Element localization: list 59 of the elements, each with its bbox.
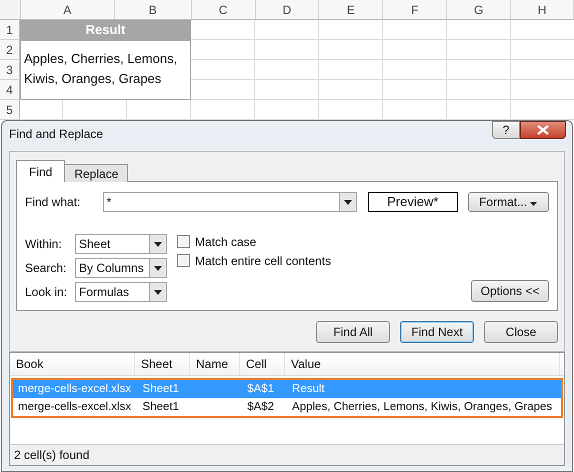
- dropdown-arrow-icon: [154, 266, 162, 270]
- table-cell: Result: [292, 383, 325, 395]
- column-header[interactable]: Book: [10, 353, 135, 375]
- column-header[interactable]: Value: [285, 353, 560, 375]
- column-header[interactable]: B: [114, 0, 192, 19]
- format-button[interactable]: Format...: [468, 192, 550, 212]
- status-text: 2 cell(s) found: [10, 444, 564, 465]
- column-header[interactable]: Cell: [240, 353, 285, 375]
- dialog-button[interactable]: Close: [484, 321, 558, 343]
- table-cell: Apples, Cherries, Lemons, Kiwis, Oranges, Grapes: [20, 40, 191, 100]
- column-header[interactable]: Name: [190, 353, 240, 375]
- table-cell: Apples, Cherries, Lemons, Kiwis, Oranges, Grapes: [292, 401, 552, 413]
- row-header[interactable]: 3: [0, 60, 20, 80]
- checkbox[interactable]: [177, 235, 190, 248]
- column-header[interactable]: E: [319, 0, 384, 19]
- tab[interactable]: Find: [16, 160, 66, 182]
- table-cell: Sheet1: [142, 401, 179, 413]
- table-cell: merge-cells-excel.xlsx: [18, 401, 132, 413]
- row-header[interactable]: 2: [0, 40, 20, 60]
- result-row[interactable]: merge-cells-excel.xlsx Sheet1 $A$2 Apples, Cherries, Lemons, Kiwis, Oranges, Grapes: [13, 398, 561, 416]
- dialog-button[interactable]: Find All: [316, 321, 390, 343]
- format-preview: Preview*: [368, 192, 458, 212]
- column-header[interactable]: D: [256, 0, 320, 19]
- table-cell: $A$1: [247, 383, 274, 395]
- column-header[interactable]: H: [511, 0, 574, 19]
- column-header[interactable]: G: [447, 0, 512, 19]
- column-header[interactable]: A: [20, 0, 115, 19]
- dialog-button[interactable]: Find Next: [400, 321, 474, 343]
- option-dropdown[interactable]: Formulas: [75, 282, 167, 302]
- option-label: Look in:: [25, 285, 68, 299]
- column-header[interactable]: F: [383, 0, 448, 19]
- checkbox[interactable]: [177, 254, 190, 267]
- tab[interactable]: Replace: [64, 164, 128, 182]
- option-label: Search:: [25, 261, 68, 275]
- row-header[interactable]: 4: [0, 80, 20, 100]
- checkbox-label: Match case: [195, 234, 256, 248]
- dropdown-arrow-icon: [154, 242, 162, 246]
- find-what-label: Find what:: [25, 195, 82, 209]
- window-title: Find and Replace: [9, 126, 104, 143]
- dropdown-arrow-icon: [154, 290, 162, 294]
- help-button[interactable]: ?: [492, 121, 520, 139]
- checkbox-label: Match entire cell contents: [195, 254, 332, 268]
- column-header[interactable]: C: [192, 0, 256, 19]
- row-header[interactable]: 1: [0, 20, 20, 40]
- options-button[interactable]: Options <<: [471, 280, 549, 302]
- table-cell: $A$2: [247, 401, 274, 413]
- table-cell: merge-cells-excel.xlsx: [18, 383, 132, 395]
- close-icon: [537, 125, 549, 135]
- option-dropdown[interactable]: By Columns: [75, 258, 167, 278]
- table-cell: Sheet1: [142, 383, 179, 395]
- option-label: Within:: [25, 237, 63, 251]
- option-dropdown[interactable]: Sheet: [75, 234, 167, 254]
- dropdown-arrow-icon: [530, 202, 538, 206]
- close-button[interactable]: [520, 121, 566, 139]
- column-header[interactable]: Sheet: [135, 353, 190, 375]
- find-what-field[interactable]: *: [102, 192, 358, 212]
- dropdown-arrow-icon: [344, 200, 352, 204]
- row-header[interactable]: 5: [0, 100, 20, 120]
- table-cell: Result: [20, 20, 191, 40]
